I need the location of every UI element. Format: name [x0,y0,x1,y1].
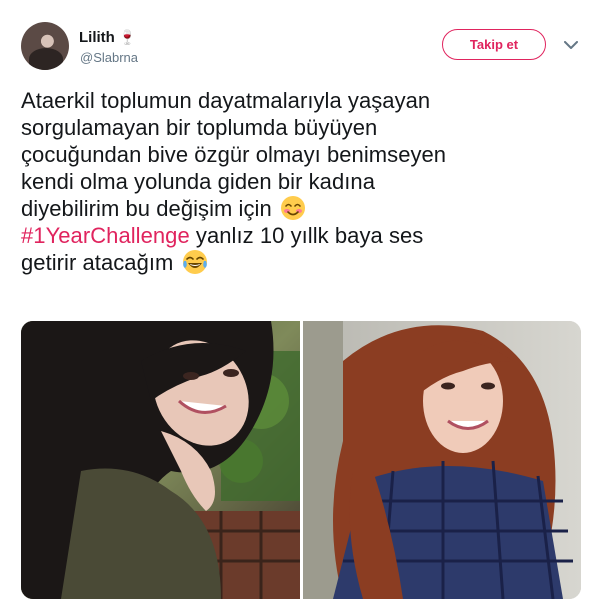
tweet-text-segment: diyebilirim bu değişim için [21,196,272,221]
tweet-photo-left[interactable] [21,321,300,599]
tears-of-joy-emoji-icon [182,250,207,274]
photo-left-illustration [21,321,300,599]
photo-right-illustration [303,321,581,599]
tweet-text-line-6: getirir atacağım [21,249,586,276]
smiling-blush-emoji-icon [280,196,305,220]
wine-glass-icon: 🍷 [118,29,137,45]
tweet-text-line: kendi olma yolunda giden bir kadına [21,169,375,194]
media-grid [21,321,581,599]
tweet-text-line: Ataerkil toplumun dayatmalarıyla yaşayan [21,88,431,113]
hashtag-link[interactable]: #1YearChallenge [21,223,190,248]
chevron-down-icon[interactable] [563,37,579,53]
tweet-text-line: çocuğundan bive özgür olmayı benimseyen [21,142,447,167]
follow-button[interactable]: Takip et [442,29,546,60]
tweet-text-line-5: #1YearChallenge yanlız 10 yıllk baya ses [21,222,586,249]
tweet-text-segment: yanlız 10 yıllk baya ses [195,223,424,248]
avatar[interactable] [21,22,69,70]
tweet-text: Ataerkil toplumun dayatmalarıyla yaşayan… [21,87,586,276]
tweet-header: Lilith 🍷 @Slabrna Takip et [0,0,602,80]
tweet-photo-right[interactable] [303,321,581,599]
tweet-text-segment: getirir atacağım [21,250,174,275]
display-name[interactable]: Lilith [79,29,115,46]
user-handle[interactable]: @Slabrna [80,50,138,65]
author-name-row[interactable]: Lilith 🍷 [79,27,136,47]
tweet-text-line-4: diyebilirim bu değişim için [21,195,586,222]
tweet-text-line: sorgulamayan bir toplumda büyüyen [21,115,378,140]
